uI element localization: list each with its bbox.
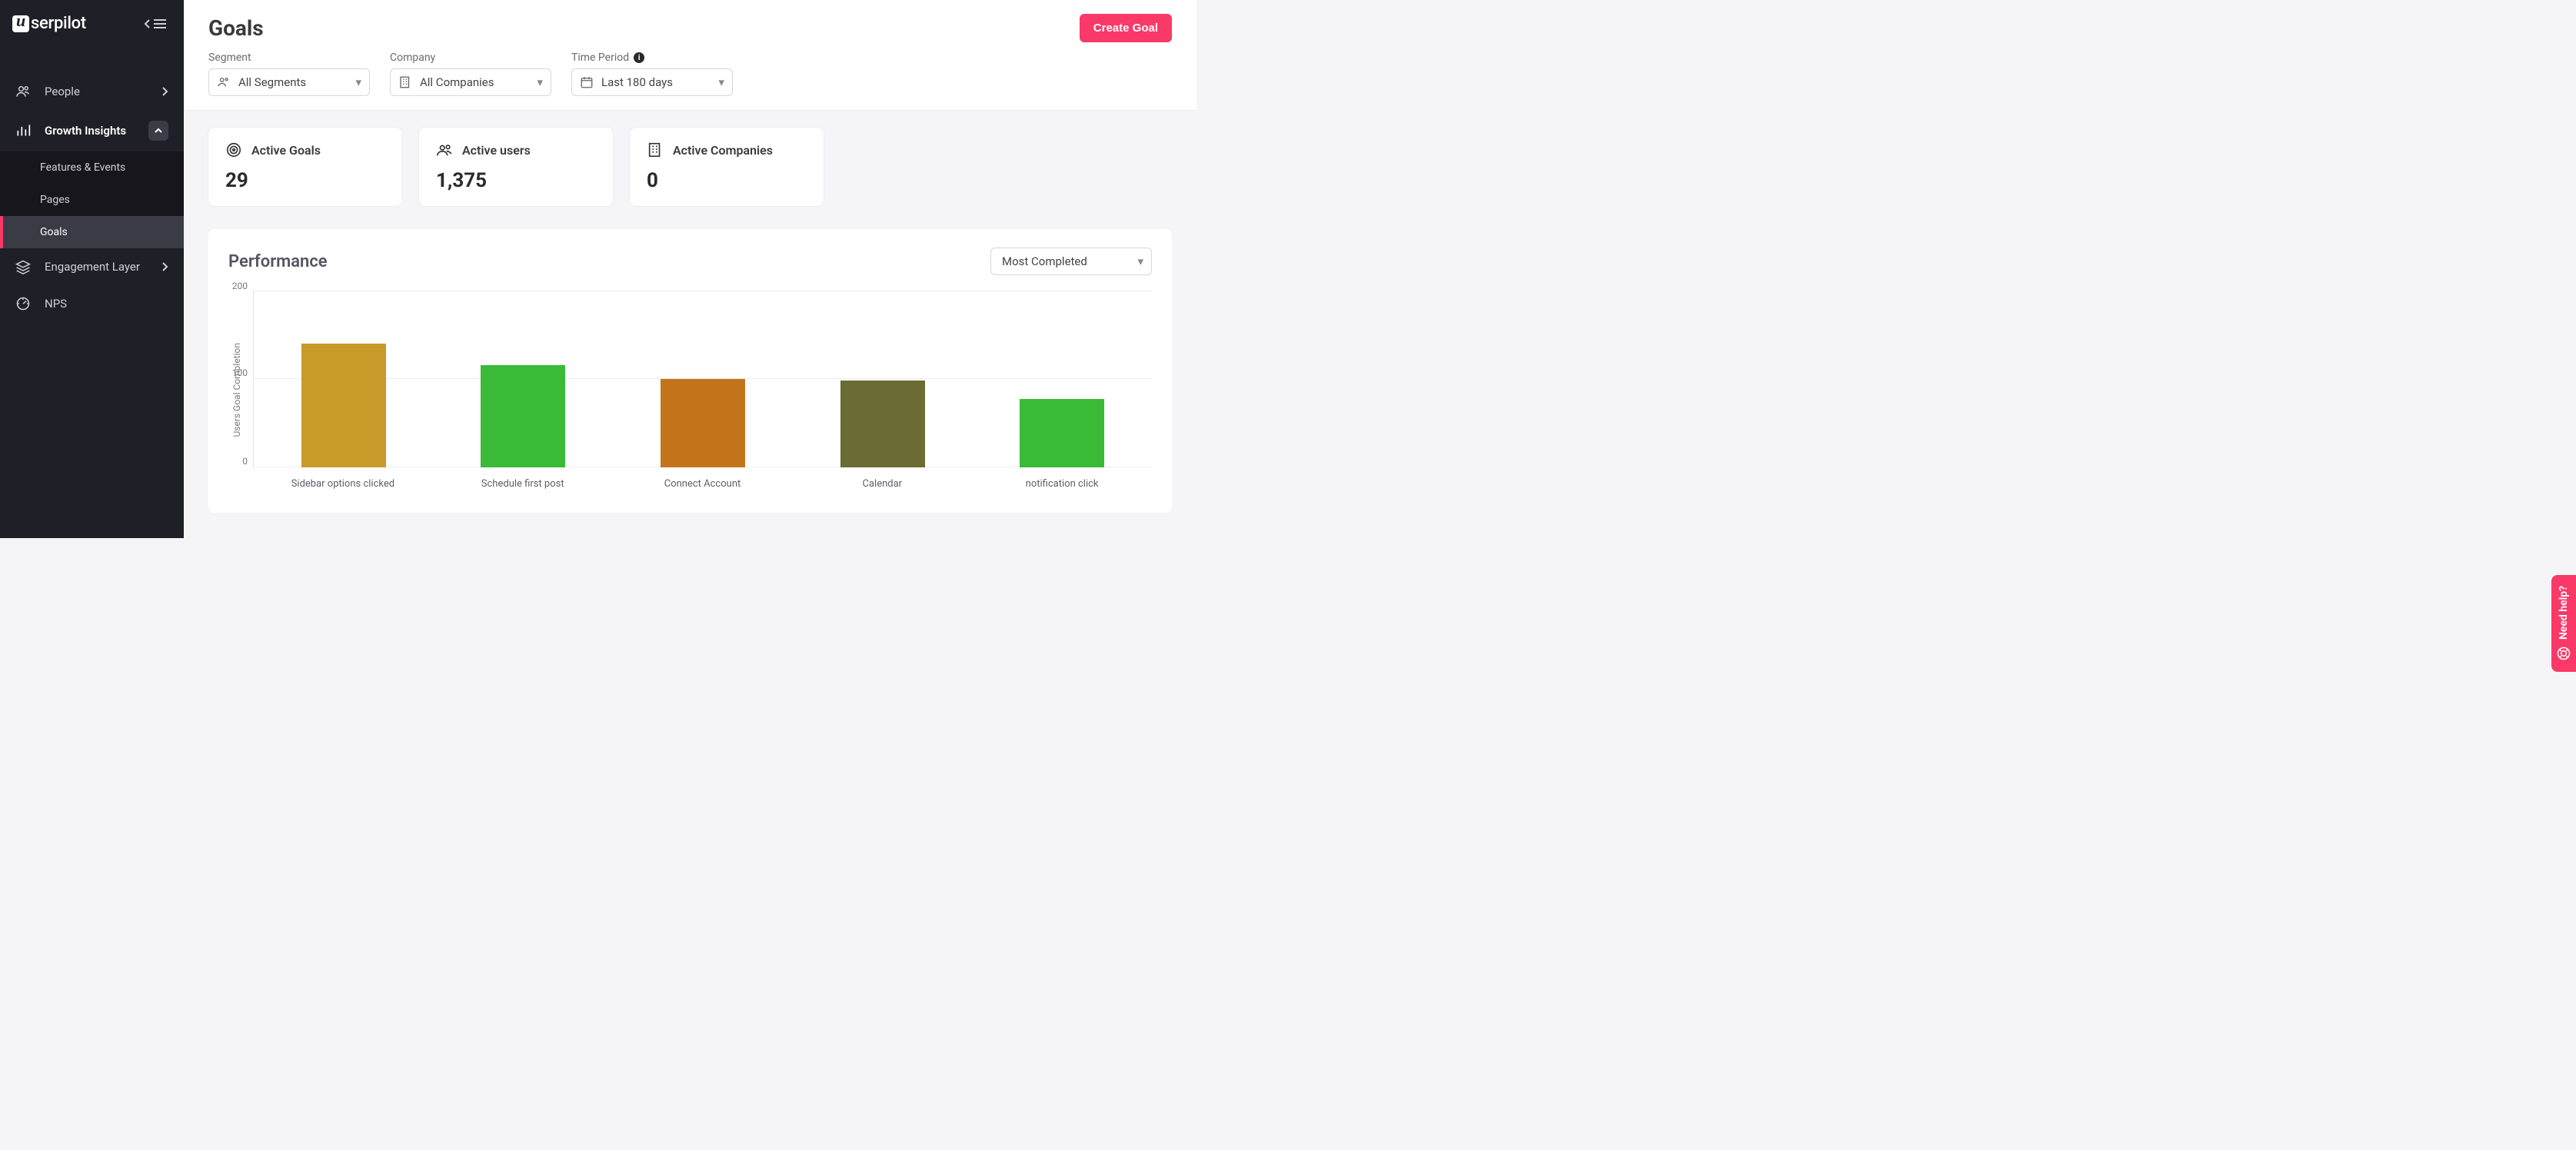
sidebar-item-engagement-layer[interactable]: Engagement Layer [0,248,184,285]
stats-row: Active Goals 29 Active users 1,375 Activ… [184,111,1196,212]
logo-text: serpilot [31,14,86,33]
stat-label: Active users [462,143,531,158]
sidebar-subitem-pages[interactable]: Pages [0,184,184,216]
sidebar-item-label: Engagement Layer [45,260,140,274]
sidebar-subitem-features-events[interactable]: Features & Events [0,151,184,184]
gauge-icon [15,296,31,311]
sidebar-subitem-goals[interactable]: Goals [0,216,184,248]
filter-segment: Segment All Segments ▾ [208,52,370,96]
sidebar: u serpilot People Growth Insights [0,0,184,538]
sort-select[interactable]: Most Completed ▾ [990,248,1152,275]
stat-value: 0 [647,169,807,192]
filter-period: Time Period i Last 180 days ▾ [571,52,733,96]
stat-value: 29 [225,169,385,192]
calendar-icon [580,75,594,89]
company-select[interactable]: All Companies ▾ [390,68,551,96]
stat-card-active-companies: Active Companies 0 [630,128,824,206]
stat-card-active-goals: Active Goals 29 [208,128,402,206]
building-icon [398,75,412,89]
bar[interactable] [661,379,745,467]
x-axis-label: notification click [972,478,1152,490]
select-value: All Segments [238,75,306,89]
people-icon [217,75,231,89]
chart-ylabel: Users Goal Completion [228,343,245,437]
select-value: Most Completed [1002,254,1087,268]
sidebar-item-growth-insights[interactable]: Growth Insights [0,110,184,151]
panel-title: Performance [228,252,328,271]
lifebuoy-icon [2556,646,2571,661]
performance-panel: Performance Most Completed ▾ Users Goal … [208,229,1172,513]
stat-label: Active Goals [251,143,321,158]
x-axis-label: Calendar [792,478,972,490]
segment-select[interactable]: All Segments ▾ [208,68,370,96]
need-help-tab[interactable]: Need help? [2551,575,2576,672]
y-tick: 100 [232,367,254,378]
bar-chart-icon [15,123,31,138]
sidebar-item-label: Growth Insights [45,124,126,138]
chevron-right-icon [161,261,168,272]
target-icon [225,141,242,158]
logo-mark: u [12,15,29,32]
chart: Users Goal Completion 0 100 200 Sidebar … [228,291,1152,490]
bar-slot [434,291,614,467]
main: Goals Create Goal Segment All Segments ▾… [184,0,1196,538]
logo: u serpilot [12,14,86,33]
x-axis-label: Schedule first post [433,478,613,490]
filter-company: Company All Companies ▾ [390,52,551,96]
y-tick: 0 [242,456,254,467]
y-tick: 200 [232,281,254,291]
menu-icon [153,18,167,29]
caret-down-icon: ▾ [718,75,724,89]
period-select[interactable]: Last 180 days ▾ [571,68,733,96]
x-axis-label: Sidebar options clicked [253,478,433,490]
x-axis-label: Connect Account [613,478,793,490]
sidebar-collapse-button[interactable] [144,18,167,29]
caret-down-icon: ▾ [1137,254,1143,268]
stat-card-active-users: Active users 1,375 [419,128,613,206]
caret-down-icon: ▾ [537,75,543,89]
bar[interactable] [1020,399,1104,467]
stat-label: Active Companies [673,143,773,158]
select-value: Last 180 days [601,75,673,89]
bar-slot [793,291,973,467]
sidebar-item-label: NPS [45,297,67,311]
caret-down-icon: ▾ [355,75,361,89]
building-icon [647,141,664,158]
filters: Segment All Segments ▾ Company All Compa… [208,52,1172,110]
sidebar-item-nps[interactable]: NPS [0,285,184,322]
bar[interactable] [301,344,386,467]
chevron-right-icon [161,86,168,97]
bar[interactable] [840,381,925,467]
chevron-up-icon [148,121,168,141]
filter-label: Segment [208,52,370,64]
bar-slot [613,291,793,467]
sidebar-subnav: Features & Events Pages Goals [0,151,184,248]
bar-slot [254,291,434,467]
sidebar-header: u serpilot [0,0,184,47]
sidebar-nav: People Growth Insights Features & Events… [0,73,184,322]
sidebar-item-label: People [45,85,80,98]
filter-label: Company [390,52,551,64]
topbar: Goals Create Goal Segment All Segments ▾… [184,0,1196,111]
help-text: Need help? [2558,586,2570,640]
sidebar-item-people[interactable]: People [0,73,184,110]
layers-icon [15,259,31,274]
bar-slot [972,291,1152,467]
stat-value: 1,375 [436,169,596,192]
users-icon [436,141,453,158]
bar[interactable] [481,365,565,467]
select-value: All Companies [420,75,494,89]
chevron-left-icon [144,18,151,29]
people-icon [15,84,31,99]
info-icon[interactable]: i [634,52,644,63]
page-title: Goals [208,15,264,41]
create-goal-button[interactable]: Create Goal [1080,14,1172,42]
filter-label: Time Period i [571,52,733,64]
